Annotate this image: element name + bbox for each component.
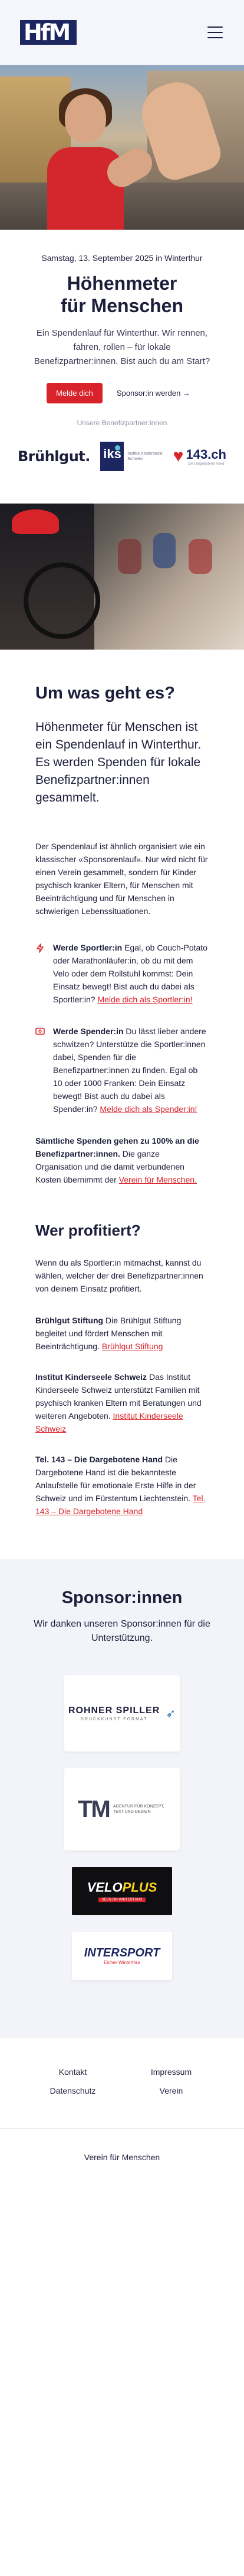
hamburger-menu-icon[interactable] xyxy=(207,27,223,38)
sponsor-rohner-spiller[interactable]: ROHNER SPILLER DRUCKKUNST FORMAT ➶ xyxy=(64,1675,180,1751)
org-tel143: Tel. 143 – Die Dargebotene Hand Die Darg… xyxy=(35,1455,206,1516)
footer-link-privacy[interactable]: Datenschutz xyxy=(24,2086,122,2095)
footer-link-imprint[interactable]: Impressum xyxy=(122,2067,220,2077)
sponsor-veloplus[interactable]: VELOPLUS SEEN ON WINTERTHUR xyxy=(72,1867,172,1915)
hero-title: Höhenmeter für Menschen xyxy=(60,273,184,316)
hero-section: Samstag, 13. September 2025 in Winterthu… xyxy=(0,230,244,473)
feature-donor-title: Werde Spender:in xyxy=(53,1027,124,1036)
register-donor-link[interactable]: Melde dich als Spender:in! xyxy=(100,1104,197,1114)
sponsors-lead: Wir danken unseren Sponsor:innen für die… xyxy=(34,1619,210,1643)
partner-logos: Brühlgut. iks Institut Kinderseele Schwe… xyxy=(18,440,226,473)
event-date: Samstag, 13. September 2025 in Winterthu… xyxy=(41,253,203,263)
beneficiaries-section: Wer profitiert? Wenn du als Sportler:in … xyxy=(35,1221,209,1518)
beneficiaries-title: Wer profitiert? xyxy=(35,1221,141,1239)
about-title: Um was geht es? xyxy=(35,684,175,703)
sponsors-title: Sponsor:innen xyxy=(61,1588,183,1607)
money-icon xyxy=(35,1025,46,1115)
feature-donor: Werde Spender:in Du lässt lieber andere … xyxy=(35,1025,209,1115)
about-section: Um was geht es? Höhenmeter für Menschen … xyxy=(0,650,244,1518)
footer-links: Kontakt Impressum Datenschutz Verein xyxy=(0,2067,244,2095)
register-athlete-link[interactable]: Melde dich als Sportler:in! xyxy=(97,995,192,1004)
partners-label: Unsere Benefizpartner:innen xyxy=(77,419,167,427)
footer-link-contact[interactable]: Kontakt xyxy=(24,2067,122,2077)
site-footer: Kontakt Impressum Datenschutz Verein Ver… xyxy=(0,2038,244,2162)
about-body: Der Spendenlauf ist ähnlich organisiert … xyxy=(35,842,208,916)
hero-image xyxy=(0,65,244,230)
footer-divider xyxy=(0,2128,244,2129)
logo-mark: HfM xyxy=(20,20,77,45)
hero-lead: Ein Spendenlauf für Winterthur. Wir renn… xyxy=(34,328,210,366)
site-header: HfM xyxy=(0,0,244,65)
org-bruhlgut: Brühlgut Stiftung Die Brühlgut Stiftung … xyxy=(35,1316,182,1351)
sponsor-tm-agency[interactable]: TM AGENTUR FÜR KONZEPT, TEXT UND DESIGN xyxy=(64,1768,180,1850)
bruhlgut-link[interactable]: Brühlgut Stiftung xyxy=(102,1342,163,1351)
cyclist-image xyxy=(0,504,244,650)
sponsor-intersport[interactable]: INTERSPORT Eicher Winterthur xyxy=(72,1932,172,1980)
logo-text: HfM xyxy=(24,19,71,45)
lightning-icon xyxy=(35,941,46,1006)
cta-row: Melde dich Sponsor:in werden → xyxy=(18,383,226,403)
sponsors-section: Sponsor:innen Wir danken unseren Sponsor… xyxy=(0,1559,244,2038)
become-sponsor-button[interactable]: Sponsor:in werden → xyxy=(110,383,197,403)
feature-athlete: Werde Sportler:in Egal, ob Couch-Potato … xyxy=(35,941,209,1006)
about-lead: Höhenmeter für Menschen ist ein Spendenl… xyxy=(35,720,202,804)
footer-link-association[interactable]: Verein xyxy=(122,2086,220,2095)
donation-summary: Sämtliche Spenden gehen zu 100% an die B… xyxy=(35,1136,199,1184)
arrow-logo-icon: ➶ xyxy=(166,1707,176,1720)
org-iks: Institut Kinderseele Schweiz Das Institu… xyxy=(35,1372,202,1433)
tel143-logo[interactable]: ♥ 143.ch Die Dargebotene Hand xyxy=(173,447,226,466)
beneficiaries-lead: Wenn du als Sportler:in mitmachst, kanns… xyxy=(35,1258,203,1293)
bruhlgut-logo[interactable]: Brühlgut. xyxy=(18,448,90,465)
feature-athlete-title: Werde Sportler:in xyxy=(53,943,123,952)
heart-icon: ♥ xyxy=(173,446,184,466)
footer-copyright: Verein für Menschen xyxy=(84,2153,160,2162)
association-link[interactable]: Verein für Menschen. xyxy=(119,1175,197,1184)
iks-logo[interactable]: iks Institut Kinderseele Schweiz xyxy=(100,442,163,471)
site-logo[interactable]: HfM xyxy=(20,20,77,45)
register-button[interactable]: Melde dich xyxy=(47,383,103,403)
